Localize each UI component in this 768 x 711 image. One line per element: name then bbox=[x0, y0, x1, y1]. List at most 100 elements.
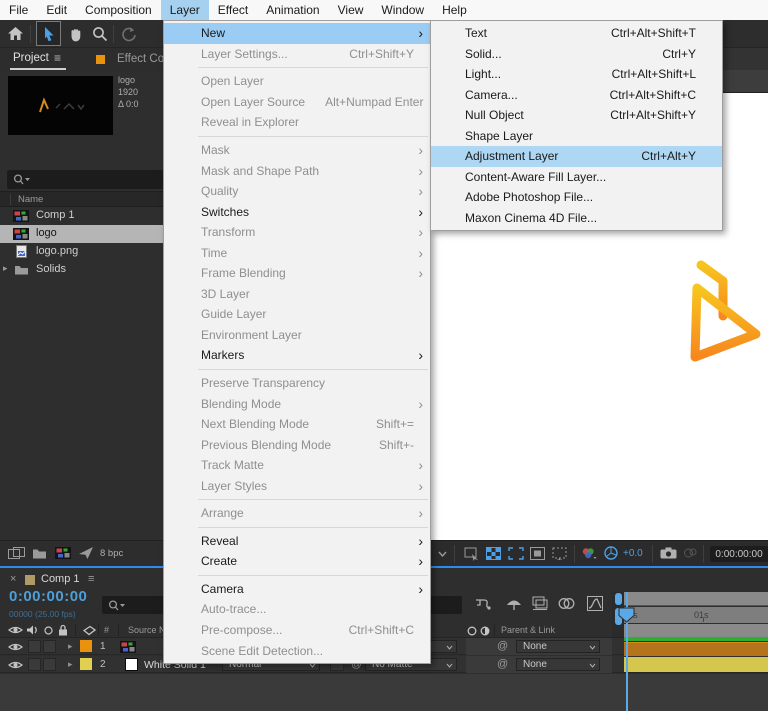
region-of-interest-icon[interactable] bbox=[508, 547, 524, 560]
transparency-grid-icon[interactable] bbox=[486, 547, 501, 560]
menubar-item-layer[interactable]: Layer bbox=[161, 0, 209, 20]
home-icon[interactable] bbox=[7, 26, 24, 41]
menu-item-frame-blending[interactable]: Frame Blending bbox=[164, 263, 430, 284]
orbit-tool-icon[interactable] bbox=[120, 26, 137, 42]
zoom-tool-icon[interactable] bbox=[92, 26, 108, 42]
time-navigator[interactable] bbox=[624, 592, 768, 606]
new-composition-icon[interactable] bbox=[55, 547, 71, 559]
menubar-item-help[interactable]: Help bbox=[433, 0, 476, 20]
project-panel-menu-icon[interactable]: ≡ bbox=[54, 51, 61, 65]
menu-item-3d-layer[interactable]: 3D Layer bbox=[164, 284, 430, 305]
menu-item-new[interactable]: New bbox=[164, 23, 430, 44]
menu-item-reveal-in-explorer[interactable]: Reveal in Explorer bbox=[164, 112, 430, 133]
submenu-item-content-aware-fill-layer[interactable]: Content-Aware Fill Layer... bbox=[431, 167, 722, 188]
submenu-item-text[interactable]: Text Ctrl+Alt+Shift+T bbox=[431, 23, 722, 44]
solo-cell[interactable] bbox=[28, 640, 41, 653]
expander-icon[interactable]: ▸ bbox=[3, 263, 8, 274]
blend-mode-column-icon[interactable] bbox=[467, 626, 477, 636]
menu-item-quality[interactable]: Quality bbox=[164, 181, 430, 202]
menu-item-transform[interactable]: Transform bbox=[164, 222, 430, 243]
menu-item-switches[interactable]: Switches bbox=[164, 201, 430, 222]
menu-item-create[interactable]: Create bbox=[164, 551, 430, 572]
menubar-item-file[interactable]: File bbox=[0, 0, 37, 20]
menubar-item-window[interactable]: Window bbox=[372, 0, 433, 20]
menu-item-guide-layer[interactable]: Guide Layer bbox=[164, 304, 430, 325]
eye-icon[interactable] bbox=[8, 625, 23, 635]
mask-visibility-icon[interactable] bbox=[530, 547, 545, 560]
menu-item-preserve-transparency[interactable]: Preserve Transparency bbox=[164, 373, 430, 394]
show-snapshot-icon[interactable] bbox=[683, 547, 698, 559]
submenu-item-maxon-cinema-4d-file[interactable]: Maxon Cinema 4D File... bbox=[431, 208, 722, 229]
menubar-item-composition[interactable]: Composition bbox=[76, 0, 161, 20]
menu-item-time[interactable]: Time bbox=[164, 242, 430, 263]
hand-tool-icon[interactable] bbox=[68, 27, 83, 42]
menubar-item-edit[interactable]: Edit bbox=[37, 0, 76, 20]
layer-label-swatch[interactable] bbox=[80, 658, 92, 670]
submenu-item-camera[interactable]: Camera... Ctrl+Alt+Shift+C bbox=[431, 85, 722, 106]
chevron-down-icon[interactable] bbox=[438, 551, 447, 557]
layer-label-swatch[interactable] bbox=[80, 640, 92, 652]
menu-item-mask[interactable]: Mask bbox=[164, 140, 430, 161]
menu-item-auto-trace[interactable]: Auto-trace... bbox=[164, 599, 430, 620]
send-icon[interactable] bbox=[78, 546, 94, 560]
lock-icon[interactable] bbox=[58, 624, 68, 636]
bit-depth-button[interactable]: 8 bpc bbox=[100, 548, 123, 559]
exposure-value[interactable]: +0.0 bbox=[623, 548, 643, 559]
tab-project[interactable]: Project bbox=[13, 52, 49, 64]
parent-dropdown[interactable]: None bbox=[516, 640, 600, 653]
menu-item-next-blending-mode[interactable]: Next Blending Mode Shift+= bbox=[164, 414, 430, 435]
menu-item-scene-edit-detection[interactable]: Scene Edit Detection... bbox=[164, 640, 430, 661]
menu-item-open-layer-source[interactable]: Open Layer Source Alt+Numpad Enter bbox=[164, 92, 430, 113]
solo-icon[interactable] bbox=[44, 626, 53, 635]
current-timecode[interactable]: 0:00:00:00 bbox=[9, 588, 87, 605]
menu-item-environment-layer[interactable]: Environment Layer bbox=[164, 325, 430, 346]
parent-link-column-label[interactable]: Parent & Link bbox=[501, 625, 555, 635]
track-matte-column-icon[interactable] bbox=[480, 626, 490, 636]
menubar-item-animation[interactable]: Animation bbox=[257, 0, 328, 20]
menu-item-layer-settings[interactable]: Layer Settings... Ctrl+Shift+Y bbox=[164, 44, 430, 65]
snapshot-camera-icon[interactable] bbox=[660, 547, 677, 559]
timeline-tab-comp1[interactable]: Comp 1 bbox=[41, 573, 80, 585]
grid-guides-icon[interactable] bbox=[464, 547, 480, 561]
shy-layers-icon[interactable] bbox=[505, 597, 523, 611]
index-column-label[interactable]: # bbox=[104, 625, 109, 635]
menu-item-mask-and-shape-path[interactable]: Mask and Shape Path bbox=[164, 160, 430, 181]
menu-item-open-layer[interactable]: Open Layer bbox=[164, 71, 430, 92]
layer-2-duration-bar[interactable] bbox=[624, 657, 768, 672]
viewer-timecode[interactable]: 0:00:00:00 bbox=[710, 546, 768, 562]
layer-1-duration-bar[interactable] bbox=[624, 642, 768, 656]
menu-item-track-matte[interactable]: Track Matte bbox=[164, 455, 430, 476]
menu-item-reveal[interactable]: Reveal bbox=[164, 531, 430, 552]
selection-tool-button[interactable] bbox=[36, 21, 61, 46]
menu-item-arrange[interactable]: Arrange bbox=[164, 503, 430, 524]
motion-blur-icon[interactable] bbox=[558, 597, 575, 610]
interpret-footage-icon[interactable] bbox=[8, 547, 26, 560]
menu-item-markers[interactable]: Markers bbox=[164, 345, 430, 366]
frame-blending-icon[interactable] bbox=[532, 596, 548, 611]
menubar-item-effect[interactable]: Effect bbox=[209, 0, 257, 20]
menu-item-blending-mode[interactable]: Blending Mode bbox=[164, 393, 430, 414]
target-region-icon[interactable] bbox=[552, 547, 568, 560]
playhead-marker[interactable] bbox=[618, 607, 635, 623]
menu-item-layer-styles[interactable]: Layer Styles bbox=[164, 475, 430, 496]
comp-flowchart-icon[interactable] bbox=[474, 597, 492, 612]
parent-dropdown[interactable]: None bbox=[516, 658, 600, 671]
show-channel-icon[interactable] bbox=[581, 547, 597, 561]
lock-cell[interactable] bbox=[43, 640, 56, 653]
submenu-item-light[interactable]: Light... Ctrl+Alt+Shift+L bbox=[431, 64, 722, 85]
audio-icon[interactable] bbox=[26, 624, 39, 636]
timeline-scrollbar[interactable] bbox=[624, 624, 768, 637]
submenu-item-adjustment-layer[interactable]: Adjustment Layer Ctrl+Alt+Y bbox=[431, 146, 722, 167]
eye-icon[interactable] bbox=[8, 660, 23, 670]
exposure-icon[interactable] bbox=[604, 546, 618, 560]
label-color-icon[interactable] bbox=[83, 625, 96, 636]
timeline-panel-menu-icon[interactable]: ≡ bbox=[88, 573, 94, 585]
lock-cell[interactable] bbox=[43, 658, 56, 671]
solo-cell[interactable] bbox=[28, 658, 41, 671]
navigator-handle[interactable] bbox=[615, 593, 622, 605]
submenu-item-adobe-photoshop-file[interactable]: Adobe Photoshop File... bbox=[431, 187, 722, 208]
menu-item-camera[interactable]: Camera bbox=[164, 579, 430, 600]
menubar-item-view[interactable]: View bbox=[329, 0, 373, 20]
parent-pickwhip-icon[interactable]: @ bbox=[497, 640, 508, 652]
submenu-item-shape-layer[interactable]: Shape Layer bbox=[431, 126, 722, 147]
